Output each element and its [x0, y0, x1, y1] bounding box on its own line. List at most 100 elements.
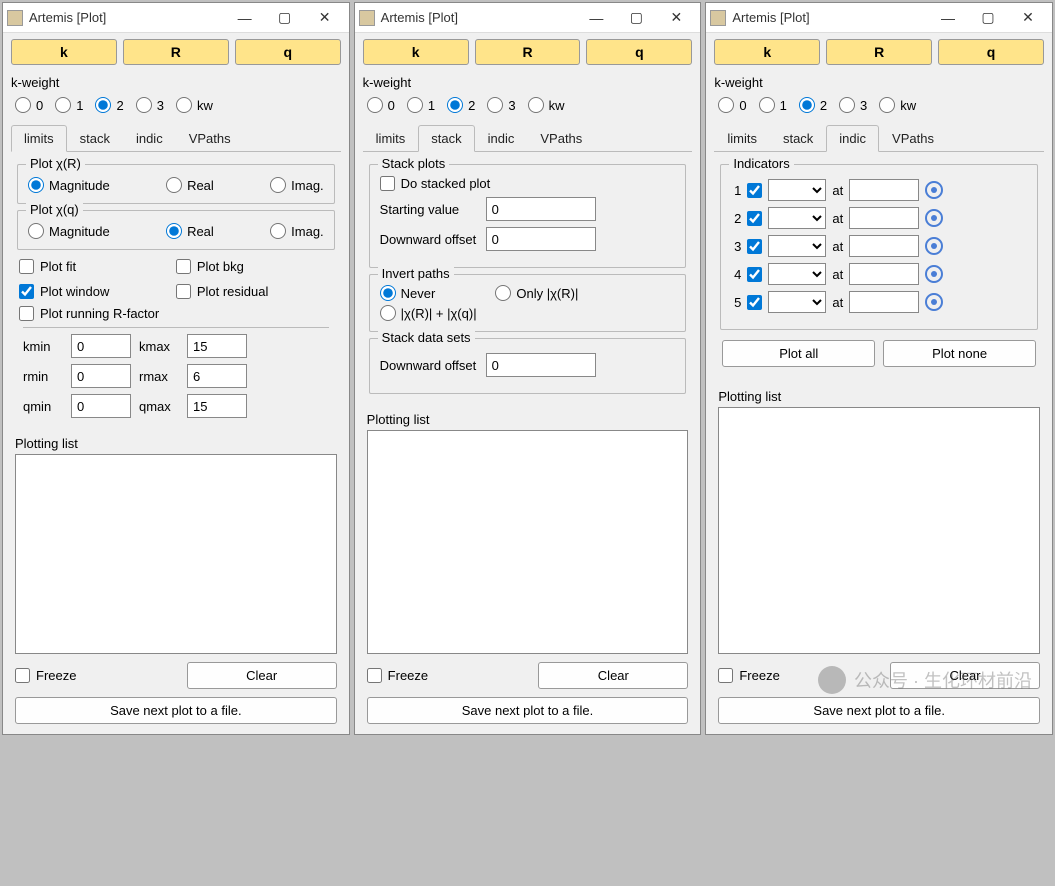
- target-icon[interactable]: [925, 181, 943, 199]
- target-icon[interactable]: [925, 237, 943, 255]
- save-next-plot-button[interactable]: Save next plot to a file.: [15, 697, 337, 724]
- plot-running-R-check[interactable]: Plot running R-factor: [19, 306, 337, 321]
- kweight-3[interactable]: 3: [839, 97, 867, 113]
- tab-indic[interactable]: indic: [475, 125, 528, 152]
- close-button[interactable]: ✕: [305, 4, 345, 32]
- kweight-2[interactable]: 2: [95, 97, 123, 113]
- chiR-magnitude[interactable]: Magnitude: [28, 177, 110, 193]
- indicator-space-select[interactable]: [768, 235, 826, 257]
- minimize-button[interactable]: —: [928, 4, 968, 32]
- kweight-kw[interactable]: kw: [176, 97, 213, 113]
- save-next-plot-button[interactable]: Save next plot to a file.: [367, 697, 689, 724]
- plotting-list[interactable]: [367, 430, 689, 654]
- plot-k-button[interactable]: k: [11, 39, 117, 65]
- kweight-1[interactable]: 1: [759, 97, 787, 113]
- chiQ-magnitude[interactable]: Magnitude: [28, 223, 110, 239]
- kweight-1[interactable]: 1: [55, 97, 83, 113]
- plot-fit-check[interactable]: Plot fit: [19, 259, 176, 274]
- titlebar[interactable]: Artemis [Plot] — ▢ ✕: [706, 3, 1052, 33]
- minimize-button[interactable]: —: [225, 4, 265, 32]
- target-icon[interactable]: [925, 265, 943, 283]
- plotting-list[interactable]: [15, 454, 337, 654]
- plot-R-button[interactable]: R: [475, 39, 581, 65]
- close-button[interactable]: ✕: [1008, 4, 1048, 32]
- indicator-enabled-check[interactable]: [747, 267, 762, 282]
- tab-limits[interactable]: limits: [714, 125, 770, 152]
- tab-vpaths[interactable]: VPaths: [176, 125, 244, 152]
- invert-both[interactable]: |χ(R)| + |χ(q)|: [380, 305, 676, 321]
- stack-data-downward-input[interactable]: [486, 353, 596, 377]
- qmin-input[interactable]: [71, 394, 131, 418]
- save-next-plot-button[interactable]: Save next plot to a file.: [718, 697, 1040, 724]
- do-stacked-plot-check[interactable]: Do stacked plot: [380, 176, 676, 191]
- clear-button[interactable]: Clear: [187, 662, 337, 689]
- chiQ-imag[interactable]: Imag.: [270, 223, 324, 239]
- indicator-enabled-check[interactable]: [747, 183, 762, 198]
- plot-bkg-check[interactable]: Plot bkg: [176, 259, 333, 274]
- plot-q-button[interactable]: q: [938, 39, 1044, 65]
- freeze-check[interactable]: Freeze: [718, 668, 779, 683]
- kweight-2[interactable]: 2: [447, 97, 475, 113]
- close-button[interactable]: ✕: [656, 4, 696, 32]
- kweight-0[interactable]: 0: [718, 97, 746, 113]
- plot-window-check[interactable]: Plot window: [19, 284, 176, 299]
- chiQ-real[interactable]: Real: [166, 223, 214, 239]
- plot-k-button[interactable]: k: [714, 39, 820, 65]
- target-icon[interactable]: [925, 209, 943, 227]
- kweight-0[interactable]: 0: [15, 97, 43, 113]
- maximize-button[interactable]: ▢: [968, 4, 1008, 32]
- tab-stack[interactable]: stack: [418, 125, 474, 152]
- indicator-space-select[interactable]: [768, 291, 826, 313]
- kweight-2[interactable]: 2: [799, 97, 827, 113]
- tab-stack[interactable]: stack: [770, 125, 826, 152]
- maximize-button[interactable]: ▢: [616, 4, 656, 32]
- titlebar[interactable]: Artemis [Plot] — ▢ ✕: [3, 3, 349, 33]
- invert-never[interactable]: Never: [380, 285, 436, 301]
- freeze-check[interactable]: Freeze: [367, 668, 428, 683]
- plot-k-button[interactable]: k: [363, 39, 469, 65]
- tab-vpaths[interactable]: VPaths: [879, 125, 947, 152]
- plotting-list[interactable]: [718, 407, 1040, 654]
- kweight-kw[interactable]: kw: [528, 97, 565, 113]
- kweight-0[interactable]: 0: [367, 97, 395, 113]
- plot-residual-check[interactable]: Plot residual: [176, 284, 333, 299]
- tab-stack[interactable]: stack: [67, 125, 123, 152]
- tab-limits[interactable]: limits: [363, 125, 419, 152]
- maximize-button[interactable]: ▢: [265, 4, 305, 32]
- rmin-input[interactable]: [71, 364, 131, 388]
- kweight-kw[interactable]: kw: [879, 97, 916, 113]
- plot-R-button[interactable]: R: [123, 39, 229, 65]
- indicator-value-input[interactable]: [849, 235, 919, 257]
- freeze-check[interactable]: Freeze: [15, 668, 76, 683]
- plot-q-button[interactable]: q: [586, 39, 692, 65]
- plot-R-button[interactable]: R: [826, 39, 932, 65]
- indicator-value-input[interactable]: [849, 291, 919, 313]
- indicator-value-input[interactable]: [849, 179, 919, 201]
- qmax-input[interactable]: [187, 394, 247, 418]
- clear-button[interactable]: Clear: [890, 662, 1040, 689]
- plot-all-button[interactable]: Plot all: [722, 340, 875, 367]
- kmin-input[interactable]: [71, 334, 131, 358]
- indicator-enabled-check[interactable]: [747, 295, 762, 310]
- chiR-real[interactable]: Real: [166, 177, 214, 193]
- kweight-3[interactable]: 3: [487, 97, 515, 113]
- tab-limits[interactable]: limits: [11, 125, 67, 152]
- indicator-value-input[interactable]: [849, 263, 919, 285]
- plot-q-button[interactable]: q: [235, 39, 341, 65]
- indicator-value-input[interactable]: [849, 207, 919, 229]
- downward-offset-input[interactable]: [486, 227, 596, 251]
- clear-button[interactable]: Clear: [538, 662, 688, 689]
- tab-indic[interactable]: indic: [826, 125, 879, 152]
- invert-only-chiR[interactable]: Only |χ(R)|: [495, 285, 578, 301]
- tab-indic[interactable]: indic: [123, 125, 176, 152]
- minimize-button[interactable]: —: [576, 4, 616, 32]
- kmax-input[interactable]: [187, 334, 247, 358]
- indicator-space-select[interactable]: [768, 179, 826, 201]
- indicator-space-select[interactable]: [768, 207, 826, 229]
- indicator-space-select[interactable]: [768, 263, 826, 285]
- kweight-3[interactable]: 3: [136, 97, 164, 113]
- plot-none-button[interactable]: Plot none: [883, 340, 1036, 367]
- target-icon[interactable]: [925, 293, 943, 311]
- starting-value-input[interactable]: [486, 197, 596, 221]
- titlebar[interactable]: Artemis [Plot] — ▢ ✕: [355, 3, 701, 33]
